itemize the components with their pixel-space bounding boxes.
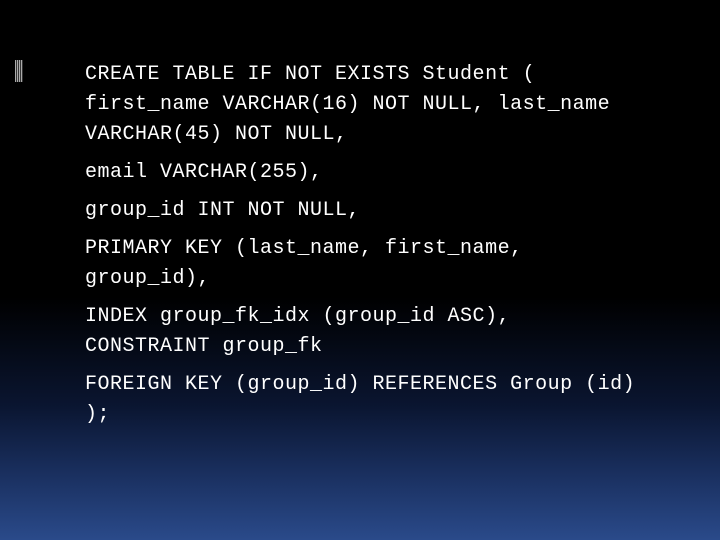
- slide-container: CREATE TABLE IF NOT EXISTS Student ( fir…: [0, 0, 720, 540]
- side-decoration: [15, 60, 23, 82]
- code-line: INDEX group_fk_idx (group_id ASC), CONST…: [85, 302, 640, 362]
- code-line: group_id INT NOT NULL,: [85, 196, 640, 226]
- sql-code-block: CREATE TABLE IF NOT EXISTS Student ( fir…: [85, 60, 640, 430]
- code-line: FOREIGN KEY (group_id) REFERENCES Group …: [85, 370, 640, 430]
- code-line: PRIMARY KEY (last_name, first_name, grou…: [85, 234, 640, 294]
- code-line: email VARCHAR(255),: [85, 158, 640, 188]
- code-line: CREATE TABLE IF NOT EXISTS Student ( fir…: [85, 60, 640, 150]
